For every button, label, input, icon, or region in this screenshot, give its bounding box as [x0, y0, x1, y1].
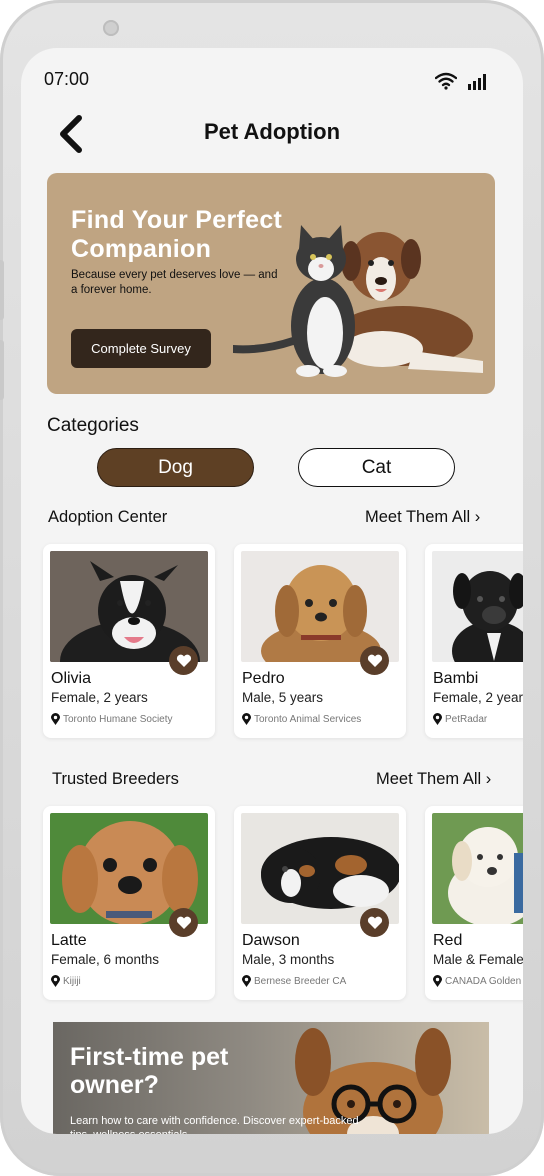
pet-name: Latte [51, 932, 87, 949]
status-time: 07:00 [44, 69, 90, 89]
adoption-center-header: Adoption Center Meet Them All › [21, 508, 523, 532]
volume-button [0, 260, 4, 320]
trusted-breeders-cards: Latte Female, 6 months Kijiji Dawson Mal… [21, 806, 523, 1002]
pet-source-label: Kijiji [63, 975, 81, 987]
pet-info: Male & Female [433, 952, 523, 967]
heart-icon [367, 654, 382, 667]
wifi-icon [435, 72, 457, 90]
hero-banner: Find Your Perfect Companion Because ever… [47, 173, 495, 394]
location-pin-icon [51, 713, 60, 725]
favorite-button[interactable] [169, 908, 198, 937]
pet-source: Kijiji [51, 975, 81, 987]
status-bar: 07:00 [21, 48, 523, 108]
pet-card-bambi[interactable]: Bambi Female, 2 years PetRadar [425, 544, 523, 738]
pet-photo [432, 551, 523, 662]
pet-info: Female, 2 years [433, 690, 523, 705]
app-header: Pet Adoption [21, 112, 523, 156]
pet-info: Female, 6 months [51, 952, 160, 967]
heart-icon [367, 916, 382, 929]
location-pin-icon [51, 975, 60, 987]
signal-icon [468, 74, 486, 90]
pet-source: Bernese Breeder CA [242, 975, 346, 987]
pet-source-label: Toronto Humane Society [63, 713, 173, 725]
pet-photo [432, 813, 523, 924]
adoption-center-cards: Olivia Female, 2 years Toronto Humane So… [21, 544, 523, 740]
pet-info: Male, 3 months [242, 952, 335, 967]
pet-name: Olivia [51, 670, 92, 687]
adoption-center-title: Adoption Center [48, 508, 168, 526]
pet-name: Bambi [433, 670, 479, 687]
pet-source: Toronto Animal Services [242, 713, 361, 725]
pet-card-latte[interactable]: Latte Female, 6 months Kijiji [43, 806, 215, 1000]
cat-and-dog-illustration [233, 225, 483, 377]
pet-source: PetRadar [433, 713, 487, 725]
trusted-breeders-title: Trusted Breeders [52, 770, 179, 788]
pet-info: Female, 2 years [51, 690, 148, 705]
trusted-breeders-meet-all-link[interactable]: Meet Them All › [376, 770, 491, 789]
volume-button [0, 340, 4, 400]
pet-name: Dawson [242, 932, 300, 949]
pet-source: Toronto Humane Society [51, 713, 173, 725]
phone-frame: 07:00 Pet Adoption Find Your Perfect Com… [0, 0, 544, 1176]
trusted-breeders-header: Trusted Breeders Meet Them All › [21, 770, 523, 794]
location-pin-icon [242, 713, 251, 725]
location-pin-icon [433, 713, 442, 725]
category-cat-button[interactable]: Cat [298, 448, 455, 487]
pet-source-label: PetRadar [445, 713, 488, 725]
pet-card-olivia[interactable]: Olivia Female, 2 years Toronto Humane So… [43, 544, 215, 738]
pet-source-label: Bernese Breeder CA [254, 975, 347, 987]
pet-source-label: Toronto Animal Services [254, 713, 362, 725]
page-title: Pet Adoption [203, 119, 341, 144]
pet-name: Pedro [242, 670, 285, 687]
pet-source-label: CANADA Golden [445, 975, 522, 987]
camera-icon [103, 20, 119, 36]
pet-card-dawson[interactable]: Dawson Male, 3 months Bernese Breeder CA [234, 806, 406, 1000]
complete-survey-button[interactable]: Complete Survey [71, 329, 211, 368]
pet-name: Red [433, 932, 463, 949]
category-dog-button[interactable]: Dog [97, 448, 254, 487]
favorite-button[interactable] [360, 646, 389, 675]
pet-card-red[interactable]: Red Male & Female CANADA Golden [425, 806, 523, 1000]
first-time-owner-banner[interactable]: First-time pet owner? Learn how to care … [53, 1022, 489, 1134]
favorite-button[interactable] [169, 646, 198, 675]
categories-title: Categories [47, 415, 139, 436]
location-pin-icon [433, 975, 442, 987]
heart-icon [176, 916, 191, 929]
screen: 07:00 Pet Adoption Find Your Perfect Com… [21, 48, 523, 1134]
pet-source: CANADA Golden [433, 975, 521, 987]
favorite-button[interactable] [360, 908, 389, 937]
pet-info: Male, 5 years [242, 690, 324, 705]
banner-heading: First-time pet owner? [70, 1043, 229, 1099]
pet-card-pedro[interactable]: Pedro Male, 5 years Toronto Animal Servi… [234, 544, 406, 738]
adoption-center-meet-all-link[interactable]: Meet Them All › [365, 508, 480, 527]
location-pin-icon [242, 975, 251, 987]
heart-icon [176, 654, 191, 667]
banner-subtitle: Learn how to care with confidence. Disco… [70, 1115, 359, 1134]
